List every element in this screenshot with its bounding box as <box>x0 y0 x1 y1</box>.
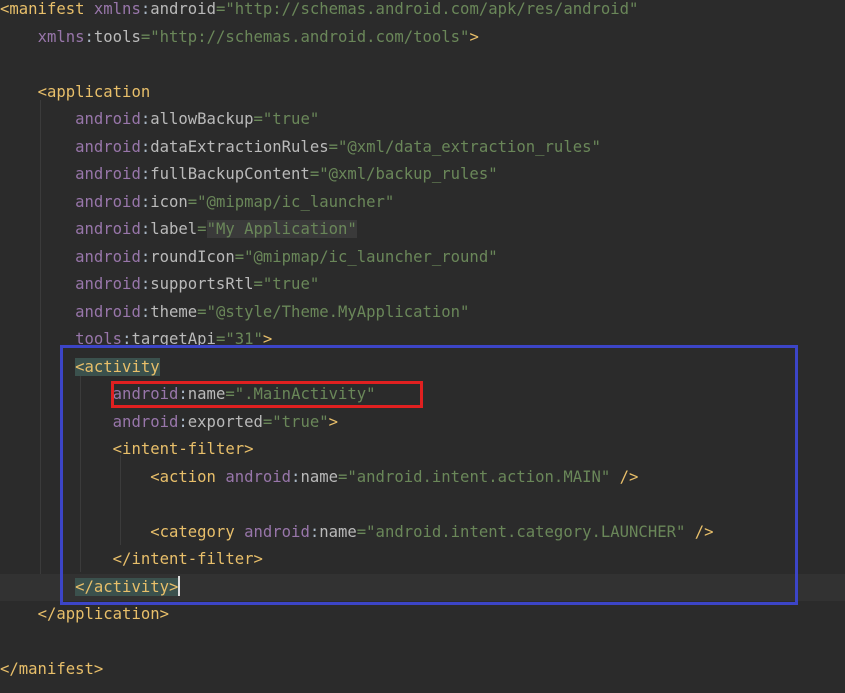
code-line[interactable]: android:dataExtractionRules="@xml/data_e… <box>0 134 845 162</box>
code-line[interactable]: <category android:name="android.intent.c… <box>0 519 845 547</box>
code-line[interactable]: </manifest> <box>0 656 845 684</box>
text-caret <box>178 575 181 596</box>
code-line[interactable]: </application> <box>0 601 845 629</box>
code-line[interactable]: </activity> <box>0 573 845 601</box>
code-line[interactable] <box>0 629 845 657</box>
code-line[interactable]: <intent-filter> <box>0 436 845 464</box>
code-line[interactable] <box>0 491 845 519</box>
code-line[interactable]: xmlns:tools="http://schemas.android.com/… <box>0 24 845 52</box>
code-line[interactable]: <manifest xmlns:android="http://schemas.… <box>0 0 845 24</box>
code-line[interactable]: android:label="My Application" <box>0 216 845 244</box>
code-line[interactable]: <action android:name="android.intent.act… <box>0 464 845 492</box>
code-line[interactable]: <application <box>0 79 845 107</box>
code-line[interactable]: android:theme="@style/Theme.MyApplicatio… <box>0 299 845 327</box>
code-line[interactable]: android:icon="@mipmap/ic_launcher" <box>0 189 845 217</box>
code-line[interactable]: </intent-filter> <box>0 546 845 574</box>
code-line[interactable]: android:fullBackupContent="@xml/backup_r… <box>0 161 845 189</box>
code-line[interactable]: android:roundIcon="@mipmap/ic_launcher_r… <box>0 244 845 272</box>
code-line[interactable]: android:allowBackup="true" <box>0 106 845 134</box>
code-line[interactable]: android:exported="true"> <box>0 409 845 437</box>
code-line[interactable]: tools:targetApi="31"> <box>0 326 845 354</box>
code-line[interactable]: <activity <box>0 354 845 382</box>
code-line[interactable] <box>0 51 845 79</box>
code-line[interactable]: android:name=".MainActivity" <box>0 381 845 409</box>
code-line[interactable]: android:supportsRtl="true" <box>0 271 845 299</box>
code-editor[interactable]: <manifest xmlns:android="http://schemas.… <box>0 0 845 693</box>
